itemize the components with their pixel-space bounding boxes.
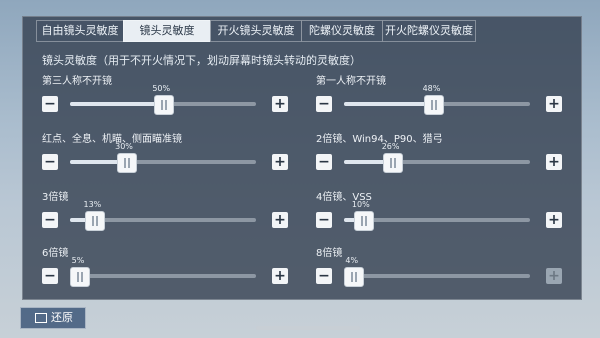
increase-button[interactable]: + <box>272 212 288 228</box>
slider-value: 5% <box>71 256 85 265</box>
sensitivity-setting: 6倍镜 − 5% + <box>42 244 290 294</box>
sensitivity-slider[interactable]: 10% <box>344 200 530 231</box>
slider-value: 10% <box>351 200 370 209</box>
increase-button[interactable]: + <box>546 268 562 284</box>
slider-value: 26% <box>381 142 400 151</box>
sensitivity-slider[interactable]: 48% <box>344 84 530 115</box>
sensitivity-slider[interactable]: 13% <box>70 200 256 231</box>
decrease-button[interactable]: − <box>42 154 58 170</box>
decrease-button[interactable]: − <box>316 96 332 112</box>
increase-button[interactable]: + <box>546 154 562 170</box>
sensitivity-setting: 第一人称不开镜 − 48% + <box>316 72 564 122</box>
slider-thumb[interactable] <box>116 153 137 173</box>
slider-value: 50% <box>152 84 171 93</box>
slider-thumb[interactable] <box>353 211 374 231</box>
section-subtitle: 镜头灵敏度（用于不开火情况下，划动屏幕时镜头转动的灵敏度） <box>42 54 361 67</box>
sensitivity-tabs: 自由镜头灵敏度 镜头灵敏度 开火镜头灵敏度 陀螺仪灵敏度 开火陀螺仪灵敏度 <box>36 20 476 42</box>
slider-value: 13% <box>83 200 102 209</box>
sensitivity-slider[interactable]: 30% <box>70 142 256 173</box>
slider-thumb[interactable] <box>383 153 404 173</box>
increase-button[interactable]: + <box>546 96 562 112</box>
setting-label: 2倍镜、Win94、P90、猎弓 <box>316 134 443 145</box>
sensitivity-setting: 2倍镜、Win94、P90、猎弓 − 26% + <box>316 130 564 180</box>
slider-value: 48% <box>422 84 441 93</box>
tab-gyroscope[interactable]: 陀螺仪灵敏度 <box>301 20 383 42</box>
decrease-button[interactable]: − <box>42 212 58 228</box>
increase-button[interactable]: + <box>272 268 288 284</box>
tab-fire-camera[interactable]: 开火镜头灵敏度 <box>210 20 302 42</box>
sensitivity-setting: 8倍镜 − 4% + <box>316 244 564 294</box>
decrease-button[interactable]: − <box>316 268 332 284</box>
home-indicator <box>256 326 360 330</box>
slider-fill <box>70 102 163 106</box>
reset-button[interactable]: 还原 <box>20 307 86 329</box>
tab-free-camera[interactable]: 自由镜头灵敏度 <box>36 20 124 42</box>
setting-label: 8倍镜 <box>316 248 343 259</box>
decrease-button[interactable]: − <box>316 212 332 228</box>
increase-button[interactable]: + <box>546 212 562 228</box>
increase-button[interactable]: + <box>272 154 288 170</box>
slider-thumb[interactable] <box>344 267 364 287</box>
slider-thumb[interactable] <box>424 95 445 115</box>
increase-button[interactable]: + <box>272 96 288 112</box>
slider-value: 4% <box>345 256 359 265</box>
slider-thumb[interactable] <box>70 267 91 287</box>
setting-label: 红点、全息、机瞄、侧面瞄准镜 <box>42 134 182 145</box>
decrease-button[interactable]: − <box>42 268 58 284</box>
sensitivity-setting: 3倍镜 − 13% + <box>42 188 290 238</box>
sensitivity-setting: 第三人称不开镜 − 50% + <box>42 72 290 122</box>
sensitivity-setting: 红点、全息、机瞄、侧面瞄准镜 − 30% + <box>42 130 290 180</box>
sensitivity-slider[interactable]: 4% <box>344 256 530 287</box>
slider-thumb[interactable] <box>85 211 106 231</box>
setting-label: 3倍镜 <box>42 192 69 203</box>
setting-label: 第三人称不开镜 <box>42 76 112 87</box>
screen-icon <box>35 313 47 323</box>
decrease-button[interactable]: − <box>316 154 332 170</box>
slider-fill <box>344 102 434 106</box>
slider-thumb[interactable] <box>154 95 174 115</box>
sensitivity-slider[interactable]: 5% <box>70 256 256 287</box>
sensitivity-slider[interactable]: 26% <box>344 142 530 173</box>
tab-fire-gyroscope[interactable]: 开火陀螺仪灵敏度 <box>382 20 476 42</box>
tab-camera[interactable]: 镜头灵敏度 <box>123 20 211 42</box>
sensitivity-setting: 4倍镜、VSS −10% + <box>316 188 564 238</box>
setting-label: 6倍镜 <box>42 248 69 259</box>
sensitivity-slider[interactable]: 50% <box>70 84 256 115</box>
setting-label: 第一人称不开镜 <box>316 76 386 87</box>
slider-value: 30% <box>115 142 133 151</box>
reset-label: 还原 <box>51 311 73 324</box>
decrease-button[interactable]: − <box>42 96 58 112</box>
